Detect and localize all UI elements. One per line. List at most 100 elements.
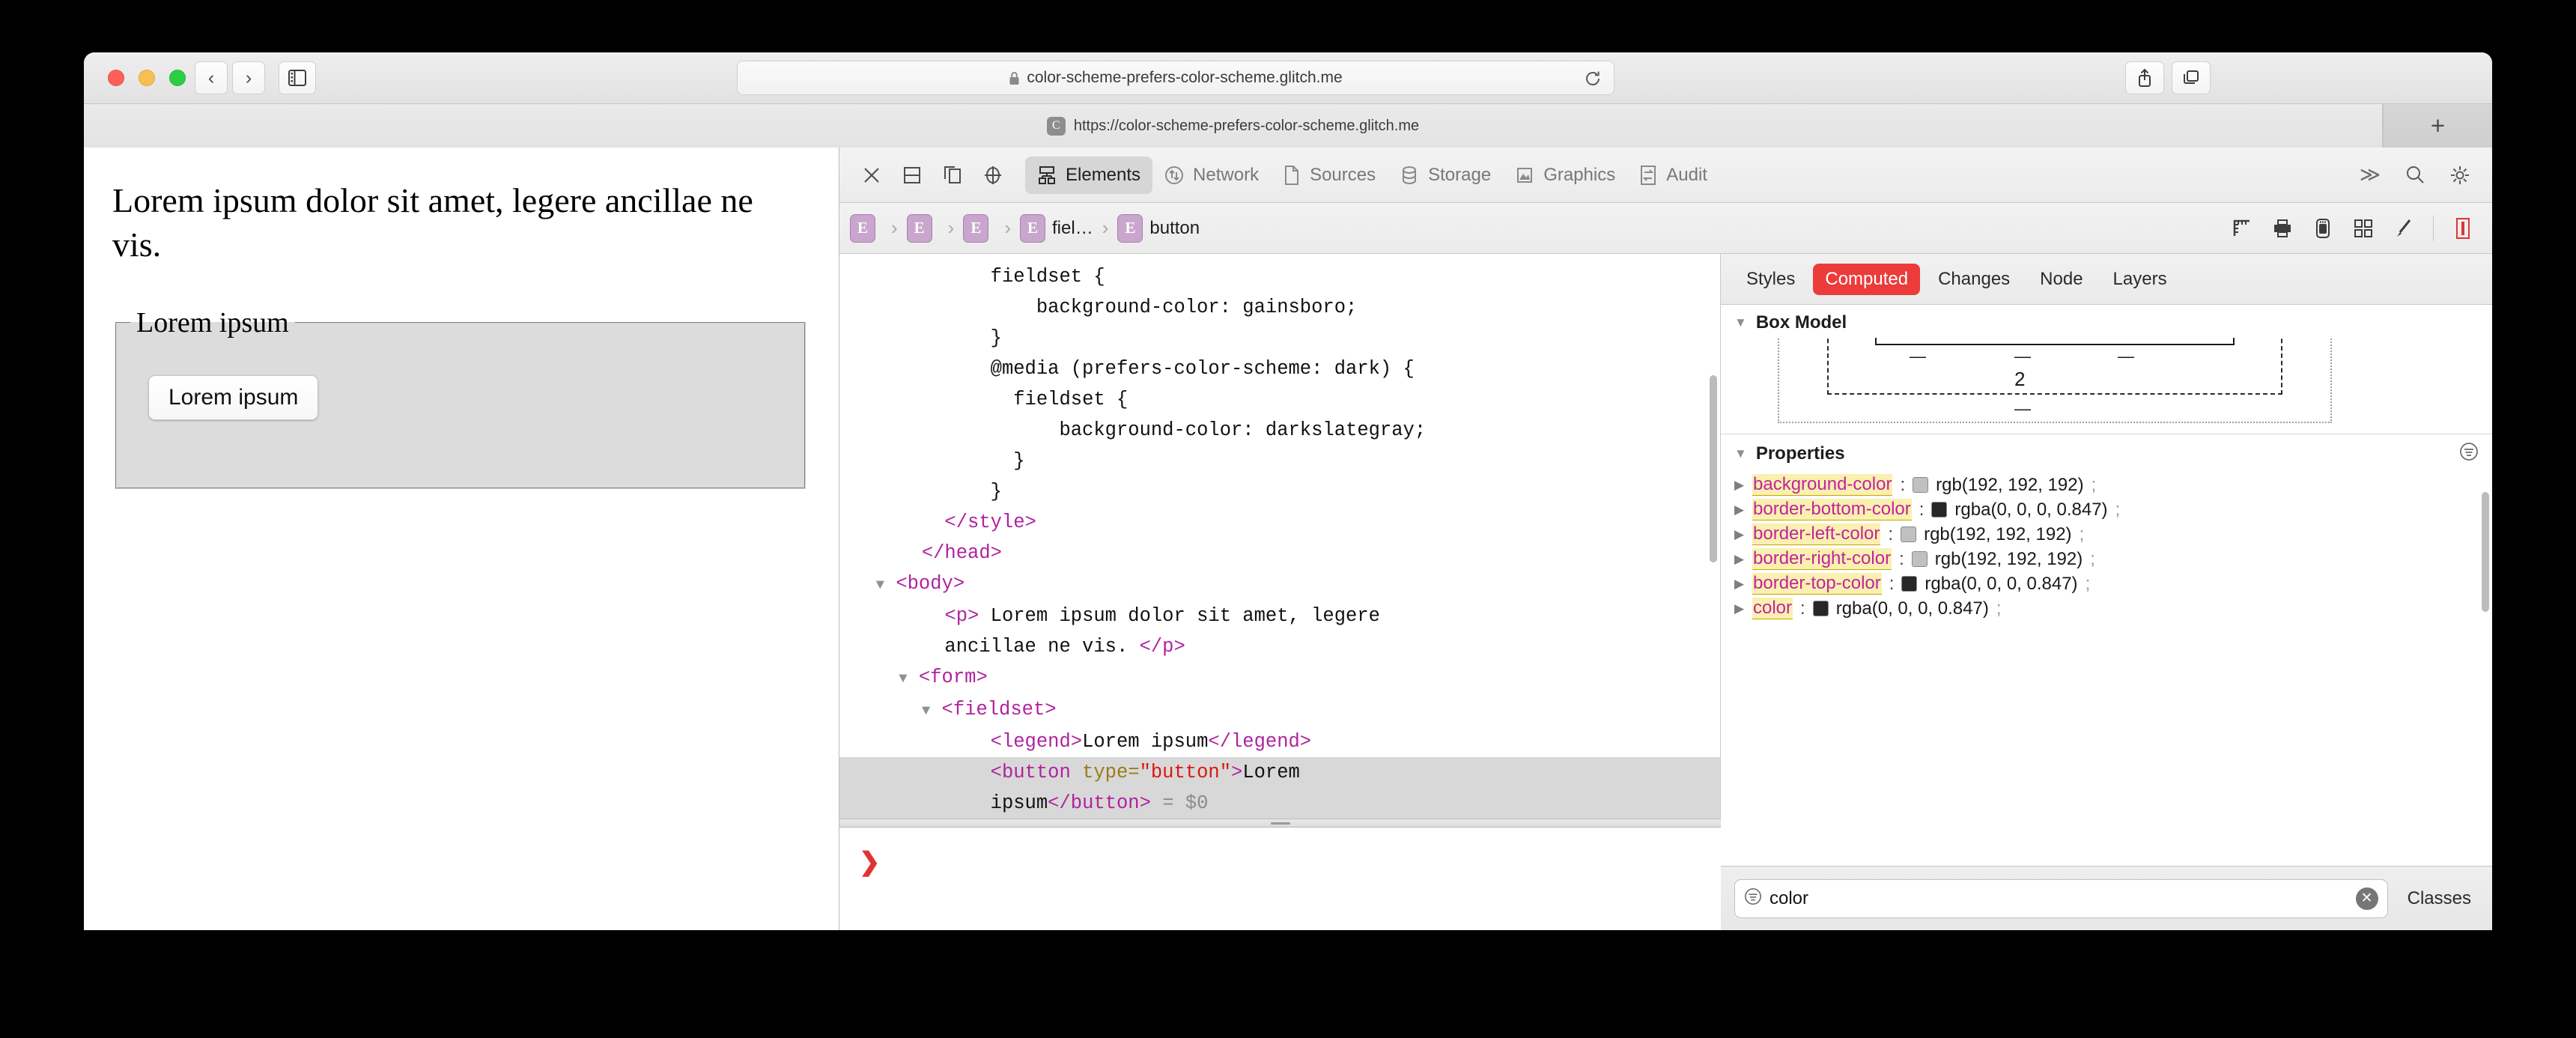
dom-tree-line[interactable]: } [839,476,1720,507]
disclosure-triangle-icon[interactable]: ▶ [1734,552,1745,567]
dock-bottom-button[interactable] [892,156,932,195]
property-filter-value[interactable]: color [1770,888,2348,909]
console-prompt-row[interactable]: ❯ [839,827,1721,896]
share-button[interactable] [2125,61,2164,94]
paintbrush-button[interactable] [2385,210,2422,247]
box-model-pad-top-1[interactable]: — [2014,347,2031,366]
properties-header[interactable]: ▼ Properties [1721,434,2492,470]
property-row[interactable]: ▶ border-left-color: rgb(192, 192, 192); [1721,522,2492,547]
property-name[interactable]: color [1752,598,1793,619]
color-swatch[interactable] [1913,477,1929,493]
maximize-window-button[interactable] [169,70,186,86]
box-model-margin-bottom[interactable]: — [2014,399,2031,419]
tab-overview-button[interactable] [2172,61,2211,94]
dom-tree-line[interactable]: ancillae ne vis. </p> [839,631,1720,662]
property-name[interactable]: border-bottom-color [1752,499,1912,520]
sidebar-tab-node[interactable]: Node [2028,264,2094,295]
inspect-element-button[interactable] [973,156,1013,195]
console-drag-handle[interactable] [839,819,1721,827]
dom-tree-line[interactable]: ▼ <form> [839,662,1720,694]
reload-icon[interactable] [1584,70,1602,91]
tab-storage[interactable]: Storage [1388,157,1503,194]
property-value[interactable]: rgba(0, 0, 0, 0.847) [1954,500,2107,520]
dom-tree-line[interactable]: </head> [839,538,1720,568]
tab-network[interactable]: Network [1152,157,1271,194]
disclosure-triangle-icon[interactable]: ▼ [899,670,907,687]
breadcrumb-item-2[interactable]: E [963,213,995,243]
disclosure-triangle-icon[interactable]: ▼ [876,577,884,593]
sidebar-tab-styles[interactable]: Styles [1734,264,1807,295]
print-styles-button[interactable] [2264,210,2301,247]
dom-tree[interactable]: fieldset { background-color: gainsboro; … [839,254,1721,819]
color-swatch[interactable] [1931,502,1948,518]
classes-button[interactable]: Classes [2400,884,2479,914]
disclosure-triangle-icon[interactable]: ▶ [1734,527,1745,542]
sidebar-scrollbar[interactable] [2482,492,2489,612]
disclosure-triangle-icon[interactable]: ▼ [922,702,930,719]
sidebar-tab-computed[interactable]: Computed [1813,263,1921,295]
back-button[interactable]: ‹ [195,61,228,94]
dom-tree-line[interactable]: ipsum</button> = $0 [839,788,1720,819]
property-value[interactable]: rgb(192, 192, 192) [1924,524,2071,545]
property-filter-input[interactable]: color ✕ [1734,878,2388,918]
tab-elements[interactable]: Elements [1025,156,1153,194]
address-bar[interactable]: color-scheme-prefers-color-scheme.glitch… [737,61,1614,95]
browser-tab[interactable]: C https://color-scheme-prefers-color-sch… [84,104,2383,148]
dom-tree-line[interactable]: ▼ <body> [839,568,1720,601]
color-swatch[interactable] [1911,551,1928,567]
clear-filter-button[interactable]: ✕ [2355,887,2378,910]
layout-ruler-button[interactable] [2223,210,2261,247]
dom-tree-line[interactable]: } [839,323,1720,353]
more-tabs-button[interactable]: ≫ [2350,156,2390,195]
property-row[interactable]: ▶ border-top-color: rgba(0, 0, 0, 0.847); [1721,571,2492,596]
property-row[interactable]: ▶ color: rgba(0, 0, 0, 0.847); [1721,596,2492,621]
property-row[interactable]: ▶ border-bottom-color: rgba(0, 0, 0, 0.847… [1721,497,2492,522]
dom-tree-line[interactable]: background-color: gainsboro; [839,292,1720,323]
dock-side-button[interactable] [932,156,973,195]
dom-tree-line[interactable]: @media (prefers-color-scheme: dark) { [839,353,1720,384]
dom-tree-line[interactable]: </style> [839,507,1720,538]
device-button[interactable] [2304,210,2342,247]
devtools-settings-button[interactable] [2440,156,2480,195]
breadcrumb-item-3[interactable]: E fiel… [1020,213,1093,243]
close-devtools-button[interactable] [851,156,892,195]
dom-tree-line[interactable]: } [839,446,1720,476]
sidebar-tab-changes[interactable]: Changes [1926,264,2022,295]
property-name[interactable]: border-left-color [1752,523,1881,545]
demo-button[interactable]: Lorem ipsum [148,374,319,420]
disclosure-triangle-icon[interactable]: ▶ [1734,478,1745,493]
dom-tree-line[interactable]: <button type="button">Lorem [839,757,1720,788]
visual-styles-button[interactable] [2444,210,2482,247]
breadcrumb-item-1[interactable]: E [906,213,939,243]
property-value[interactable]: rgba(0, 0, 0, 0.847) [1925,574,2077,595]
breadcrumb-item-0[interactable]: E [850,213,882,243]
dom-tree-line[interactable]: ▼ <fieldset> [839,694,1720,726]
tab-sources[interactable]: Sources [1271,157,1388,194]
property-value[interactable]: rgb(192, 192, 192) [1935,549,2083,570]
property-name[interactable]: background-color [1752,474,1893,496]
property-name[interactable]: border-top-color [1752,573,1882,595]
property-row[interactable]: ▶ border-right-color: rgb(192, 192, 192); [1721,547,2492,571]
dom-tree-line[interactable]: background-color: darkslategray; [839,415,1720,446]
dom-tree-line[interactable]: fieldset { [839,261,1720,292]
sidebar-toggle-button[interactable] [279,61,316,94]
box-model-header[interactable]: ▼ Box Model [1721,305,2492,338]
box-model-content-value[interactable]: 2 [2014,368,2025,391]
close-window-button[interactable] [108,70,124,86]
property-row[interactable]: ▶ background-color: rgb(192, 192, 192); [1721,473,2492,497]
new-tab-button[interactable]: + [2383,104,2492,148]
property-value[interactable]: rgb(192, 192, 192) [1936,475,2083,496]
minimize-window-button[interactable] [139,70,155,86]
color-swatch[interactable] [1901,526,1917,542]
color-swatch[interactable] [1901,576,1918,592]
disclosure-triangle-icon[interactable]: ▶ [1734,601,1745,616]
sidebar-scroll[interactable]: ▼ Box Model — — — 2 — ▼ Properties ▶ bac… [1721,305,2492,866]
property-value[interactable]: rgba(0, 0, 0, 0.847) [1836,598,1989,619]
tab-graphics[interactable]: Graphics [1503,157,1627,194]
disclosure-triangle-icon[interactable]: ▶ [1734,503,1745,518]
color-swatch[interactable] [1812,601,1829,616]
box-model-pad-top-2[interactable]: — [2118,347,2134,366]
property-name[interactable]: border-right-color [1752,548,1892,570]
breadcrumb-item-4[interactable]: E button [1117,213,1200,243]
sidebar-tab-layers[interactable]: Layers [2101,264,2179,295]
